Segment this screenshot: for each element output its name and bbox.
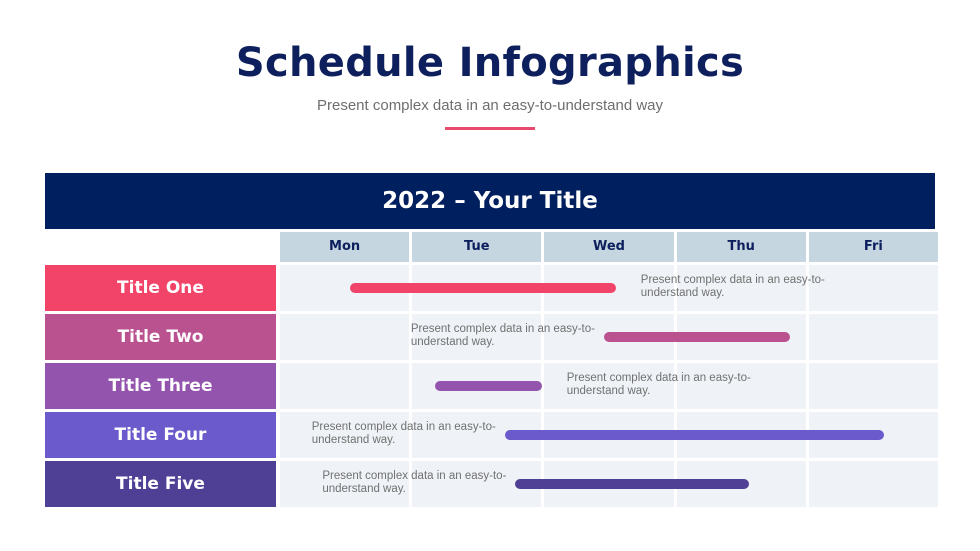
- title-underline: [445, 127, 535, 130]
- chart-title-banner: 2022 – Your Title: [45, 173, 935, 229]
- bar-note-4: Present complex data in an easy-to-under…: [311, 421, 496, 446]
- grid-cell: [808, 314, 938, 360]
- grid-cell: [280, 314, 410, 360]
- bar-note-1: Present complex data in an easy-to-under…: [640, 274, 825, 299]
- schedule-bar-2: [603, 332, 791, 342]
- row-title-3: Title Three: [45, 363, 276, 409]
- grid-cell: [808, 461, 938, 507]
- day-header-wed: Wed: [544, 232, 674, 262]
- page-title: Schedule Infographics: [235, 40, 745, 86]
- row-title-1: Title One: [45, 265, 276, 311]
- day-header-mon: Mon: [280, 232, 410, 262]
- day-header-fri: Fri: [808, 232, 938, 262]
- grid-cell: [280, 363, 410, 409]
- page-subtitle: Present complex data in an easy-to-under…: [316, 97, 664, 114]
- bar-note-2: Present complex data in an easy-to-under…: [410, 323, 595, 348]
- bar-note-3: Present complex data in an easy-to-under…: [566, 372, 751, 397]
- day-header-thu: Thu: [676, 232, 806, 262]
- schedule-bar-1: [350, 283, 616, 293]
- row-title-4: Title Four: [45, 412, 276, 458]
- bar-note-5: Present complex data in an easy-to-under…: [322, 470, 507, 495]
- schedule-bar-5: [515, 479, 750, 489]
- day-header-tue: Tue: [412, 232, 542, 262]
- grid-cell: [808, 363, 938, 409]
- schedule-bar-3: [434, 381, 542, 391]
- row-title-5: Title Five: [45, 461, 276, 507]
- schedule-bar-4: [504, 430, 885, 440]
- row-title-2: Title Two: [45, 314, 276, 360]
